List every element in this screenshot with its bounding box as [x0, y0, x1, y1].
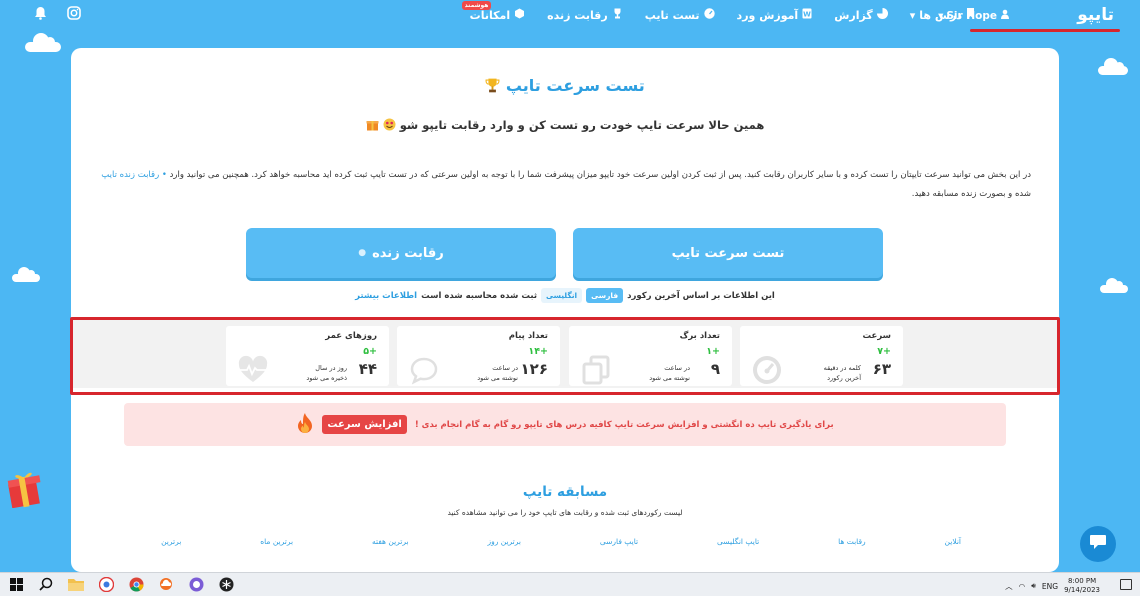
- competition-title: مسابقه تایپ: [522, 484, 608, 500]
- cloud-decoration: [1098, 58, 1128, 75]
- gift-icon[interactable]: [6, 468, 42, 509]
- top-navbar: تایپو ▾ Sir Hope درس ها ▾ گزارش W آموزش …: [0, 0, 1140, 32]
- chrome-icon[interactable]: [128, 576, 144, 592]
- trophy-icon: [612, 8, 623, 22]
- system-tray: ︿ ◠ 🔊︎ ENG 8:00 PM 9/14/2023: [1005, 577, 1100, 595]
- word-icon: W: [802, 8, 812, 22]
- nav-item-live-race[interactable]: رقابت زنده: [547, 8, 623, 22]
- gift-small-icon: [366, 118, 379, 132]
- taskbar-apps: [8, 576, 234, 592]
- fire-icon: [296, 412, 314, 438]
- stats-highlight-frame: [70, 317, 1060, 395]
- nav-label: آموزش ورد: [736, 8, 799, 22]
- main-nav: درس ها ▾ گزارش W آموزش ورد تست تایپ رقاب…: [461, 1, 975, 22]
- top-left-icons: [34, 6, 81, 24]
- notification-icon[interactable]: [1120, 579, 1132, 590]
- app-icon[interactable]: [218, 576, 234, 592]
- volume-icon[interactable]: 🔊︎: [1031, 581, 1036, 591]
- brand-underline: [970, 29, 1120, 32]
- description-part: در این بخش می توانید سرعت تایپتان را تست…: [169, 170, 1031, 180]
- clock[interactable]: 8:00 PM 9/14/2023: [1064, 577, 1100, 595]
- chevron-down-icon: ▾: [909, 8, 916, 22]
- more-info-link[interactable]: اطلاعات بیشتر: [355, 291, 417, 301]
- app-icon[interactable]: [188, 576, 204, 592]
- subtitle-text: همین حالا سرعت تایپ خودت رو تست کن و وار…: [399, 118, 765, 132]
- nav-label: رقابت زنده: [547, 8, 608, 22]
- record-info-line: این اطلاعات بر اساس آخرین رکورد فارسی ان…: [71, 288, 1059, 303]
- increase-speed-button[interactable]: افزایش سرعت: [322, 415, 407, 434]
- chat-support-button[interactable]: [1080, 526, 1116, 562]
- info-text: این اطلاعات بر اساس آخرین رکورد: [627, 290, 775, 301]
- page-subtitle: همین حالا سرعت تایپ خودت رو تست کن و وار…: [71, 118, 1059, 132]
- nav-label: گزارش: [834, 8, 873, 22]
- nav-label: تست تایپ: [644, 8, 700, 22]
- smiley-icon: [379, 118, 396, 132]
- tab-top-day[interactable]: برترین روز: [488, 537, 522, 546]
- trophy-icon: [485, 76, 500, 95]
- taskbar: ︿ ◠ 🔊︎ ENG 8:00 PM 9/14/2023: [0, 572, 1140, 596]
- clock-date: 9/14/2023: [1064, 586, 1100, 594]
- tab-races[interactable]: رقابت ها: [838, 537, 866, 546]
- live-race-button-label: رقابت زنده: [372, 245, 444, 261]
- cube-icon: [514, 8, 525, 22]
- bell-icon[interactable]: [34, 6, 47, 24]
- dot-icon: ●: [358, 248, 367, 258]
- cloud-decoration: [25, 33, 61, 52]
- tab-online[interactable]: آنلاین: [945, 537, 961, 546]
- nav-item-typing-test[interactable]: تست تایپ: [645, 8, 715, 22]
- tab-top[interactable]: برترین: [161, 537, 181, 546]
- language-indicator[interactable]: ENG: [1042, 582, 1058, 591]
- pie-chart-icon: [876, 8, 888, 22]
- search-icon[interactable]: [38, 576, 54, 592]
- chevron-up-icon[interactable]: ︿: [1005, 581, 1013, 592]
- network-icon[interactable]: ◠: [1019, 582, 1026, 591]
- tab-top-week[interactable]: برترین هفته: [372, 537, 409, 546]
- nav-item-word[interactable]: W آموزش ورد: [737, 8, 813, 22]
- nav-item-report[interactable]: گزارش: [834, 8, 888, 22]
- user-icon: [1000, 9, 1010, 22]
- nav-label: درس ها: [919, 8, 962, 22]
- competition-subtitle: لیست رکوردهای ثبت شده و رقابت های تایپ خ…: [447, 508, 683, 517]
- main-card: تست سرعت تایپ همین حالا سرعت تایپ خودت ر…: [71, 48, 1059, 572]
- cloud-decoration: [1100, 278, 1128, 293]
- tab-persian-typing[interactable]: تایپ فارسی: [600, 537, 638, 546]
- soundcloud-icon[interactable]: [158, 576, 174, 592]
- live-race-link[interactable]: • رقابت زنده تایپ: [101, 170, 167, 180]
- cloud-decoration: [12, 267, 40, 282]
- page-title: تست سرعت تایپ: [71, 76, 1059, 95]
- page-title-text: تست سرعت تایپ: [505, 76, 645, 95]
- new-badge: هوشمند: [461, 1, 492, 10]
- lang-tab-persian[interactable]: فارسی: [586, 288, 624, 303]
- tab-english-typing[interactable]: تایپ انگلیسی: [717, 537, 759, 546]
- svg-text:W: W: [803, 11, 811, 19]
- windows-start-icon[interactable]: [8, 576, 24, 592]
- clock-time: 8:00 PM: [1067, 577, 1097, 585]
- competition-tabs: برترین برترین ماه برترین هفته برترین روز…: [161, 537, 961, 546]
- description-text: در این بخش می توانید سرعت تایپتان را تست…: [101, 166, 1031, 204]
- bookmark-icon: [966, 8, 975, 22]
- speed-up-alert: برای یادگیری تایپ ده انگشتی و افزایش سرع…: [124, 403, 1006, 446]
- live-race-button[interactable]: رقابت زنده ●: [246, 228, 556, 278]
- live-race-link-text: رقابت زنده تایپ: [101, 170, 160, 180]
- instagram-icon[interactable]: [67, 6, 81, 24]
- nav-item-features[interactable]: امکانات هوشمند: [461, 1, 525, 22]
- chat-icon: [1089, 534, 1107, 554]
- alert-text: برای یادگیری تایپ ده انگشتی و افزایش سرع…: [414, 419, 834, 430]
- lang-tab-english[interactable]: انگلیسی: [541, 288, 583, 303]
- nav-item-lessons[interactable]: درس ها ▾: [910, 8, 975, 22]
- typing-test-button[interactable]: تست سرعت تایپ: [573, 228, 883, 278]
- file-explorer-icon[interactable]: [68, 576, 84, 592]
- app-icon[interactable]: [98, 576, 114, 592]
- speedometer-icon: [703, 8, 715, 22]
- description-part: شده و بصورت زنده مسابقه دهید.: [911, 189, 1031, 199]
- brand-logo[interactable]: تایپو: [1077, 5, 1114, 25]
- tab-top-month[interactable]: برترین ماه: [260, 537, 293, 546]
- nav-label: امکانات: [469, 8, 511, 22]
- info-text: ثبت شده محاسبه شده است: [421, 290, 538, 301]
